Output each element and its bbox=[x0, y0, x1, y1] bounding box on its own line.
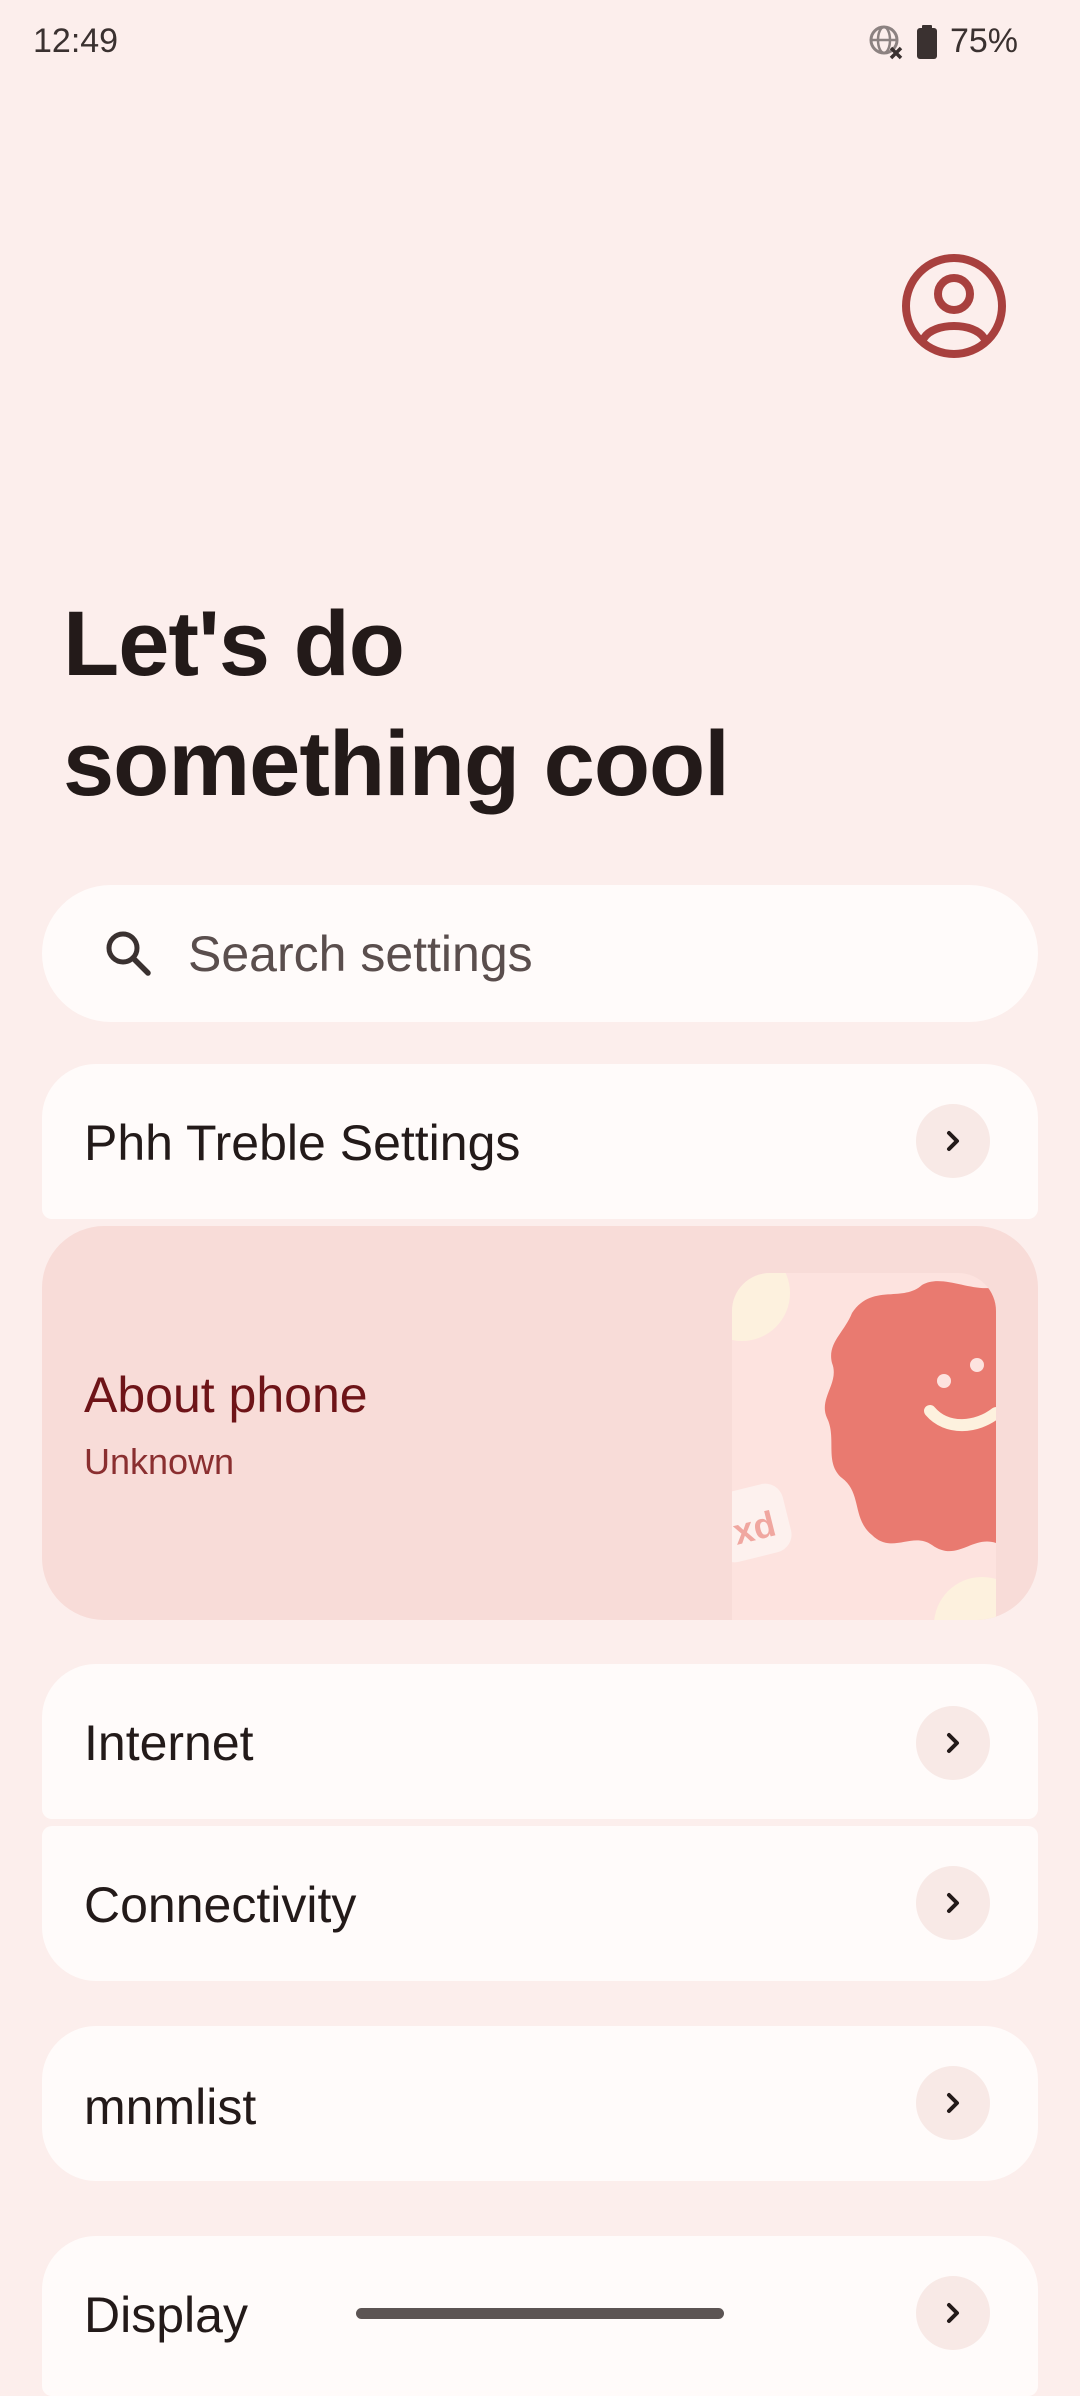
chevron-right-icon bbox=[916, 2276, 990, 2350]
account-avatar-button[interactable] bbox=[900, 252, 1008, 360]
setting-label: Phh Treble Settings bbox=[84, 1115, 521, 1171]
chevron-right-icon bbox=[916, 2066, 990, 2140]
about-phone-title: About phone bbox=[84, 1367, 368, 1423]
search-input[interactable] bbox=[188, 919, 968, 989]
gesture-navigation-bar[interactable] bbox=[356, 2308, 724, 2319]
setting-phh-treble[interactable]: Phh Treble Settings bbox=[42, 1064, 1038, 1219]
chevron-right-icon bbox=[916, 1104, 990, 1178]
search-bar[interactable] bbox=[42, 885, 1038, 1022]
account-circle-icon bbox=[902, 254, 1006, 358]
title-line-1: Let's do bbox=[63, 593, 405, 695]
setting-label: Connectivity bbox=[84, 1877, 357, 1933]
setting-label: Internet bbox=[84, 1715, 254, 1771]
setting-connectivity[interactable]: Connectivity bbox=[42, 1826, 1038, 1981]
setting-mnmlist[interactable]: mnmlist bbox=[42, 2026, 1038, 2181]
setting-internet[interactable]: Internet bbox=[42, 1664, 1038, 1819]
chevron-right-icon bbox=[916, 1866, 990, 1940]
status-time: 12:49 bbox=[33, 22, 119, 60]
status-icons: 75% bbox=[868, 22, 1018, 61]
about-phone-subtitle: Unknown bbox=[84, 1441, 235, 1482]
page-title: Let's do something cool bbox=[63, 584, 963, 824]
globe-no-connection-icon bbox=[868, 24, 904, 60]
battery-percentage: 75% bbox=[949, 22, 1018, 60]
setting-about-phone[interactable]: About phone Unknown xd bbox=[42, 1226, 1038, 1620]
chevron-right-icon bbox=[916, 1706, 990, 1780]
search-icon bbox=[106, 931, 151, 976]
battery-icon bbox=[916, 24, 938, 60]
smiley-illustration: xd bbox=[732, 1273, 996, 1620]
status-bar: 12:49 75% bbox=[0, 0, 1080, 86]
setting-label: Display bbox=[84, 2287, 248, 2343]
setting-label: mnmlist bbox=[84, 2079, 257, 2135]
title-line-2: something cool bbox=[63, 713, 730, 815]
